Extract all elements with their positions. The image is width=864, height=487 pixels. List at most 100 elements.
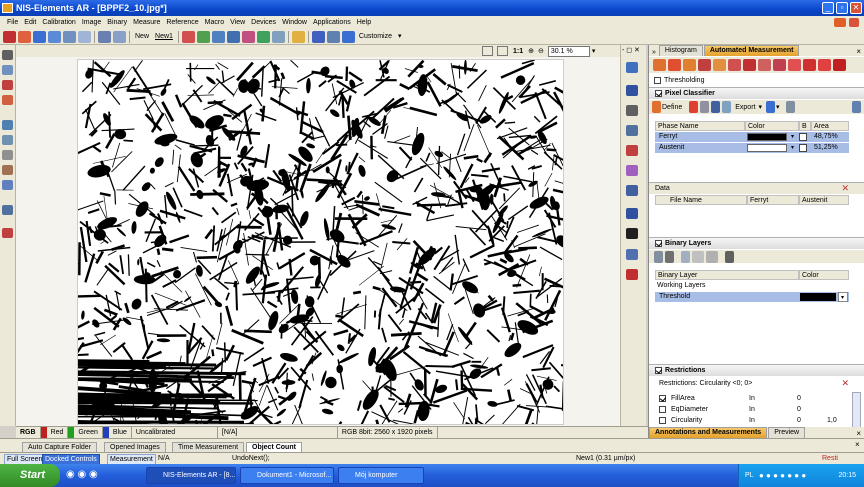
language-indicator[interactable]: PL xyxy=(745,464,754,487)
undo-icon[interactable] xyxy=(48,30,61,43)
binary-layers-checkbox[interactable] xyxy=(655,239,662,247)
tab-preview[interactable]: Preview xyxy=(768,427,806,438)
measure-tool-icon[interactable] xyxy=(683,59,696,71)
menu-devices[interactable]: Devices xyxy=(248,16,279,29)
measure-tool-icon[interactable] xyxy=(788,59,801,71)
add-layer-icon[interactable] xyxy=(654,250,663,263)
close-icon[interactable]: × xyxy=(855,440,860,449)
task-nis-elements[interactable]: NIS-Elements AR - [8... xyxy=(146,467,236,484)
thresholding-row[interactable]: Thresholding xyxy=(649,75,864,86)
refresh-icon[interactable] xyxy=(689,101,699,113)
zoom-in-icon[interactable]: ⊕ xyxy=(528,47,534,55)
double-arrow-icon[interactable]: » xyxy=(649,49,659,56)
measure-tool-icon[interactable] xyxy=(728,59,741,71)
export-button[interactable]: Export xyxy=(735,102,755,113)
viewer-window-controls[interactable]: - ◻ ✕ xyxy=(622,46,640,54)
clear-icon[interactable]: ✕ xyxy=(841,378,849,389)
link-icon[interactable] xyxy=(681,250,690,263)
menu-calibration[interactable]: Calibration xyxy=(39,16,78,29)
minimize-button[interactable]: _ xyxy=(822,2,834,14)
thresholding-checkbox[interactable] xyxy=(654,76,661,84)
wave-icon[interactable] xyxy=(626,185,638,196)
capture-icon[interactable] xyxy=(18,30,31,43)
menu-binary[interactable]: Binary xyxy=(104,16,130,29)
export-icon[interactable] xyxy=(722,101,732,113)
red-channel[interactable]: Red xyxy=(40,427,69,438)
annotation-icon[interactable] xyxy=(181,30,195,43)
color-icon[interactable] xyxy=(626,85,638,96)
crop-icon[interactable] xyxy=(2,150,13,160)
grid-icon[interactable] xyxy=(626,105,638,116)
tab-automated-measurement[interactable]: Automated Measurement xyxy=(703,45,800,56)
arrow-icon[interactable] xyxy=(834,18,846,27)
maximize-button[interactable]: ▫ xyxy=(836,2,848,14)
folder-icon[interactable] xyxy=(291,30,305,43)
pixel-classifier-checkbox[interactable] xyxy=(655,89,662,97)
channel-icon[interactable] xyxy=(626,125,638,136)
paste-icon[interactable] xyxy=(113,30,126,43)
binary-op-icon[interactable] xyxy=(706,250,718,263)
task-dokument1[interactable]: Dokument1 - Microsof... xyxy=(240,467,334,484)
measure-tool-icon[interactable] xyxy=(773,59,786,71)
delete-layer-icon[interactable] xyxy=(665,250,674,263)
measure-tool-icon[interactable] xyxy=(743,59,756,71)
binary-layers-header[interactable]: Binary Layers xyxy=(649,237,864,249)
green-channel[interactable]: Green xyxy=(68,427,103,438)
zoom-out-icon[interactable]: ⊖ xyxy=(538,47,544,55)
window-icon[interactable] xyxy=(341,30,355,43)
rgb-channel[interactable]: RGB xyxy=(16,427,41,438)
tray-icons[interactable]: ● ● ● ● ● ● ● xyxy=(759,464,806,487)
close-doc-icon[interactable] xyxy=(849,18,859,27)
restriction-row[interactable]: FillArea In 0 xyxy=(649,393,864,404)
dark-icon[interactable] xyxy=(626,228,638,239)
scale-icon[interactable] xyxy=(2,180,13,190)
phase-b-checkbox[interactable] xyxy=(799,133,807,141)
table-icon[interactable] xyxy=(711,101,721,113)
new-button[interactable]: New xyxy=(132,31,152,43)
measure-icon[interactable] xyxy=(196,30,210,43)
chevron-down-icon[interactable]: ▾ xyxy=(776,102,780,113)
roi-icon[interactable] xyxy=(2,120,13,130)
restriction-row[interactable]: Circularity In 0 1,0 xyxy=(649,415,864,426)
actual-size-button[interactable]: 1:1 xyxy=(513,48,523,55)
grid-icon[interactable] xyxy=(725,250,734,263)
open-icon[interactable] xyxy=(3,30,16,43)
threshold-color-swatch[interactable] xyxy=(800,293,836,301)
binary-op-icon[interactable] xyxy=(692,250,704,263)
blue-channel[interactable]: Blue xyxy=(102,427,132,438)
measure-tool-icon[interactable] xyxy=(653,59,666,71)
layer-icon[interactable] xyxy=(626,62,638,73)
save-icon[interactable] xyxy=(765,101,775,113)
chevron-down-icon[interactable]: ▾ xyxy=(838,292,848,302)
menu-window[interactable]: Window xyxy=(279,16,310,29)
define-button[interactable]: Define xyxy=(662,102,682,113)
define-icon[interactable] xyxy=(652,101,661,113)
lut-icon[interactable] xyxy=(626,145,638,156)
crosshair-icon[interactable] xyxy=(2,95,13,105)
text-icon[interactable] xyxy=(626,208,638,219)
menu-image[interactable]: Image xyxy=(79,16,104,29)
binary-icon[interactable] xyxy=(226,30,240,43)
menu-reference[interactable]: Reference xyxy=(163,16,201,29)
pixel-classifier-header[interactable]: Pixel Classifier xyxy=(649,87,864,99)
copy-icon[interactable] xyxy=(98,30,111,43)
measure-tool-icon[interactable] xyxy=(758,59,771,71)
measure-tool-icon[interactable] xyxy=(698,59,711,71)
fit-width-icon[interactable] xyxy=(497,46,508,56)
restriction-checkbox[interactable] xyxy=(659,405,666,413)
chevron-down-icon[interactable]: ▾ xyxy=(789,143,797,153)
measure-tool-icon[interactable] xyxy=(713,59,726,71)
close-icon[interactable]: × xyxy=(856,429,864,438)
restrictions-scrollbar[interactable] xyxy=(852,392,861,428)
clear-icon[interactable]: ✕ xyxy=(841,183,849,194)
grid-icon[interactable] xyxy=(785,101,795,113)
phase-color-swatch[interactable] xyxy=(747,133,787,141)
chevron-down-icon[interactable]: ▾ xyxy=(592,47,596,55)
close-button[interactable]: ✕ xyxy=(850,2,862,14)
layers-icon[interactable] xyxy=(211,30,225,43)
settings-icon[interactable] xyxy=(2,205,13,215)
filter-icon[interactable] xyxy=(626,165,638,176)
chevron-down-icon[interactable]: ▾ xyxy=(789,132,797,142)
macro-icon[interactable] xyxy=(271,30,285,43)
customize-button[interactable]: Customize xyxy=(356,31,395,43)
